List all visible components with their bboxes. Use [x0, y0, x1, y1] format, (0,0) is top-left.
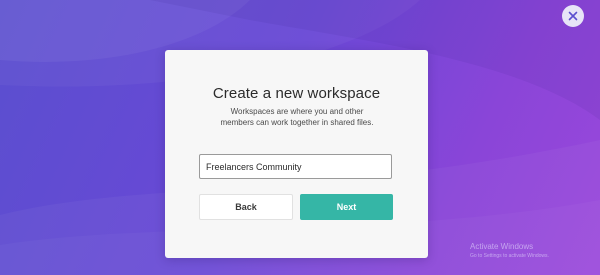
close-icon	[568, 11, 578, 21]
back-button[interactable]: Back	[199, 194, 293, 220]
dialog-title: Create a new workspace	[212, 85, 381, 102]
dialog-description: Workspaces are where you and other membe…	[220, 107, 374, 127]
activate-windows-watermark: Activate Windows Go to Settings to activ…	[470, 242, 549, 260]
watermark-title: Activate Windows	[470, 242, 534, 251]
next-button[interactable]: Next	[300, 194, 393, 220]
workspace-name-input[interactable]	[199, 154, 392, 179]
app-screen: Create a new workspace Workspaces are wh…	[0, 0, 600, 275]
create-workspace-dialog: Create a new workspace Workspaces are wh…	[165, 50, 428, 258]
watermark-subtitle: Go to Settings to activate Windows.	[470, 253, 549, 259]
close-button[interactable]	[562, 5, 584, 27]
